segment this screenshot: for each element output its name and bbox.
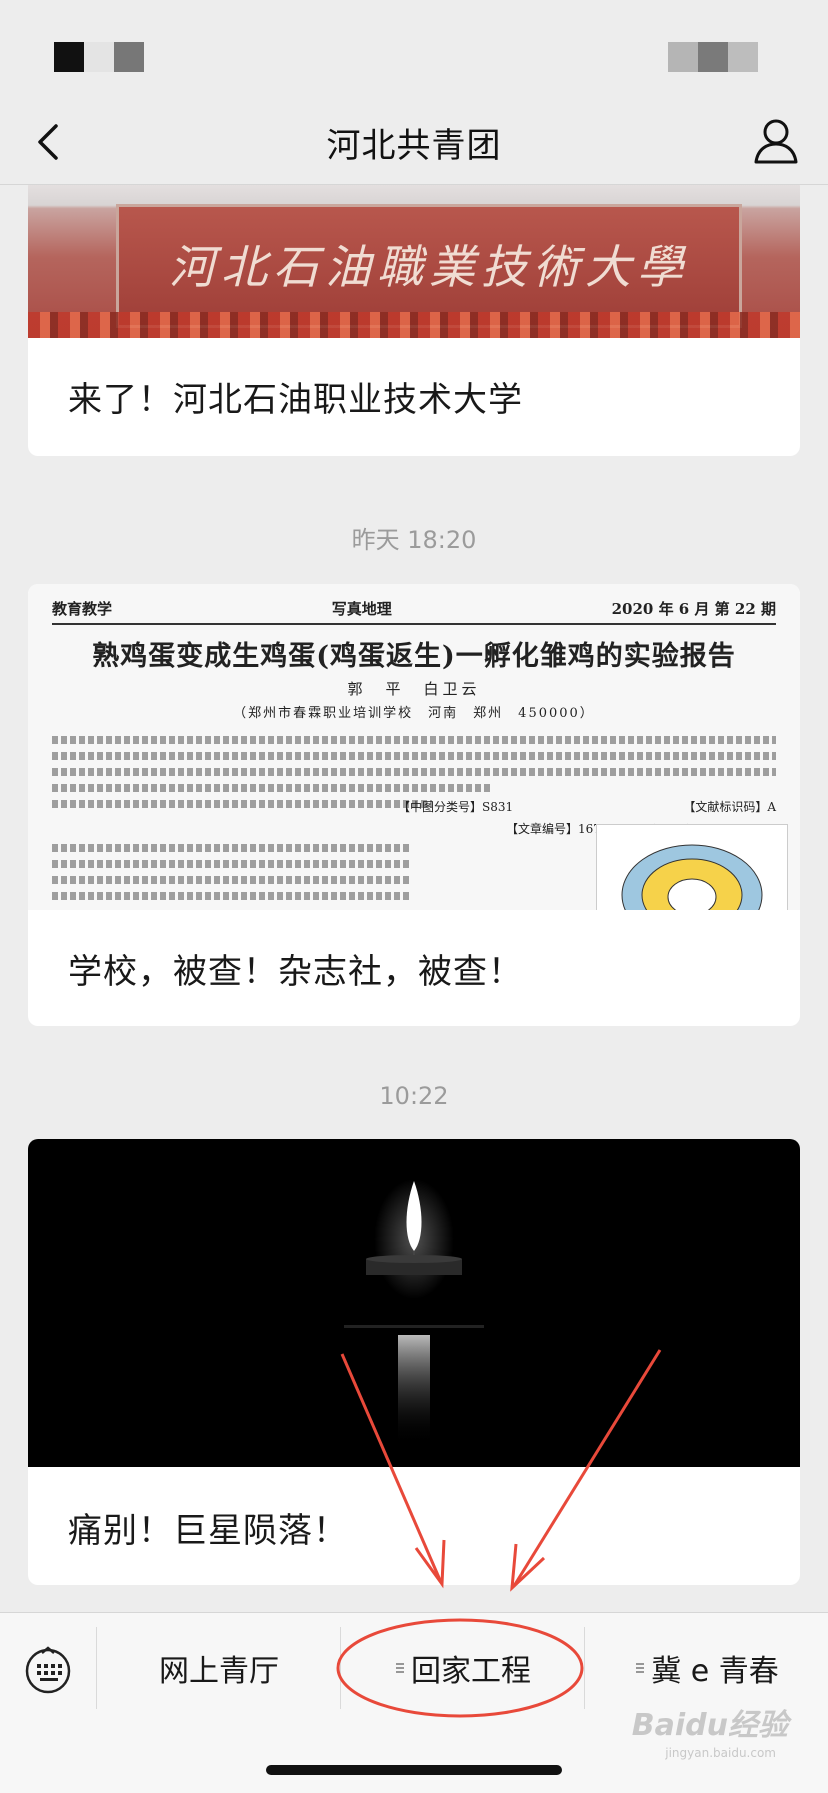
- article-title: 痛别！巨星陨落！: [68, 1511, 348, 1551]
- timestamp: 昨天 18:20: [351, 526, 477, 554]
- battery-icon-2: [728, 42, 758, 72]
- status-bar: [0, 0, 828, 100]
- paper-title: 熟鸡蛋变成生鸡蛋(鸡蛋返生)一孵化雏鸡的实验报告: [92, 641, 736, 672]
- paper-text-line: [52, 752, 776, 760]
- paper-authors: 郭 平 白卫云: [347, 680, 481, 698]
- menu-item-online-hall[interactable]: 网上青厅: [96, 1627, 341, 1709]
- article-card[interactable]: 河北石油職業技術大學 来了！河北石油职业技术大学: [28, 176, 800, 456]
- menu-item-label: 回家工程: [411, 1654, 531, 1689]
- article-title: 来了！河北石油职业技术大学: [68, 380, 523, 420]
- candle-icon: [344, 1179, 484, 1445]
- signal-icon-3: [114, 42, 144, 72]
- menu-item-home-project[interactable]: 回家工程: [340, 1627, 585, 1709]
- paper-text-line: [52, 736, 776, 744]
- paper-text-line: [52, 768, 776, 776]
- article-card[interactable]: 痛别！巨星陨落！: [28, 1139, 800, 1585]
- article-card[interactable]: 教育教学 写真地理 2020 年 6 月 第 22 期 熟鸡蛋变成生鸡蛋(鸡蛋返…: [28, 584, 800, 1026]
- user-profile-icon[interactable]: [750, 114, 802, 168]
- paper-text-line: [52, 800, 432, 808]
- page-title: 河北共青团: [326, 126, 502, 166]
- navigation-bar: 河北共青团: [0, 100, 828, 185]
- status-left-icons: [54, 42, 144, 72]
- flower-bed: [28, 312, 800, 338]
- paper-text-line: [52, 876, 412, 884]
- watermark-logo: Baidu经验: [631, 1708, 788, 1743]
- submenu-icon: [635, 1661, 645, 1675]
- paper-doc-code: 【文献标识码】A: [683, 800, 776, 814]
- wifi-icon: [668, 42, 698, 72]
- article-cover-image: 教育教学 写真地理 2020 年 6 月 第 22 期 熟鸡蛋变成生鸡蛋(鸡蛋返…: [28, 584, 800, 910]
- submenu-icon: [395, 1661, 405, 1675]
- campus-sign-text: 河北石油職業技術大學: [169, 240, 689, 294]
- egg-diagram-icon: [621, 844, 763, 910]
- paper-affiliation: （郑州市春霖职业培训学校 河南 郑州 450000）: [233, 706, 595, 721]
- campus-sign: 河北石油職業技術大學: [116, 204, 742, 328]
- journal-header: 教育教学 写真地理 2020 年 6 月 第 22 期: [52, 598, 776, 625]
- menu-item-label: 网上青厅: [159, 1654, 279, 1689]
- paper-class-number: 【中图分类号】S831: [398, 800, 514, 814]
- paper-text-line: [52, 844, 412, 852]
- journal-issue: 2020 年 6 月 第 22 期: [611, 600, 776, 618]
- keyboard-toggle-icon[interactable]: [22, 1643, 74, 1695]
- status-right-icons: [668, 42, 758, 72]
- battery-icon: [698, 42, 728, 72]
- article-title: 学校，被查！杂志社，被查！: [68, 952, 523, 992]
- signal-icon: [54, 42, 84, 72]
- menu-item-jie-youth[interactable]: 冀 e 青春: [584, 1627, 828, 1709]
- watermark-url: jingyan.baidu.com: [665, 1746, 776, 1760]
- journal-section: 教育教学: [52, 600, 113, 618]
- article-cover-image: 河北石油職業技術大學: [28, 176, 800, 338]
- menu-item-label: 冀 e 青春: [651, 1654, 779, 1689]
- submenu-lines-icon: [396, 1663, 404, 1673]
- paper-text-line: [52, 892, 412, 900]
- article-cover-image: [28, 1139, 800, 1467]
- paper-text-line: [52, 860, 412, 868]
- journal-column: 写真地理: [331, 600, 392, 618]
- submenu-lines-icon: [636, 1663, 645, 1673]
- timestamp: 10:22: [379, 1082, 449, 1110]
- signal-icon-2: [84, 42, 114, 72]
- egg-diagram: [596, 824, 788, 910]
- home-indicator[interactable]: [266, 1765, 562, 1775]
- paper-text-line: [52, 784, 492, 792]
- paper-meta-codes: 【中图分类号】S831 【文献标识码】A: [398, 798, 776, 815]
